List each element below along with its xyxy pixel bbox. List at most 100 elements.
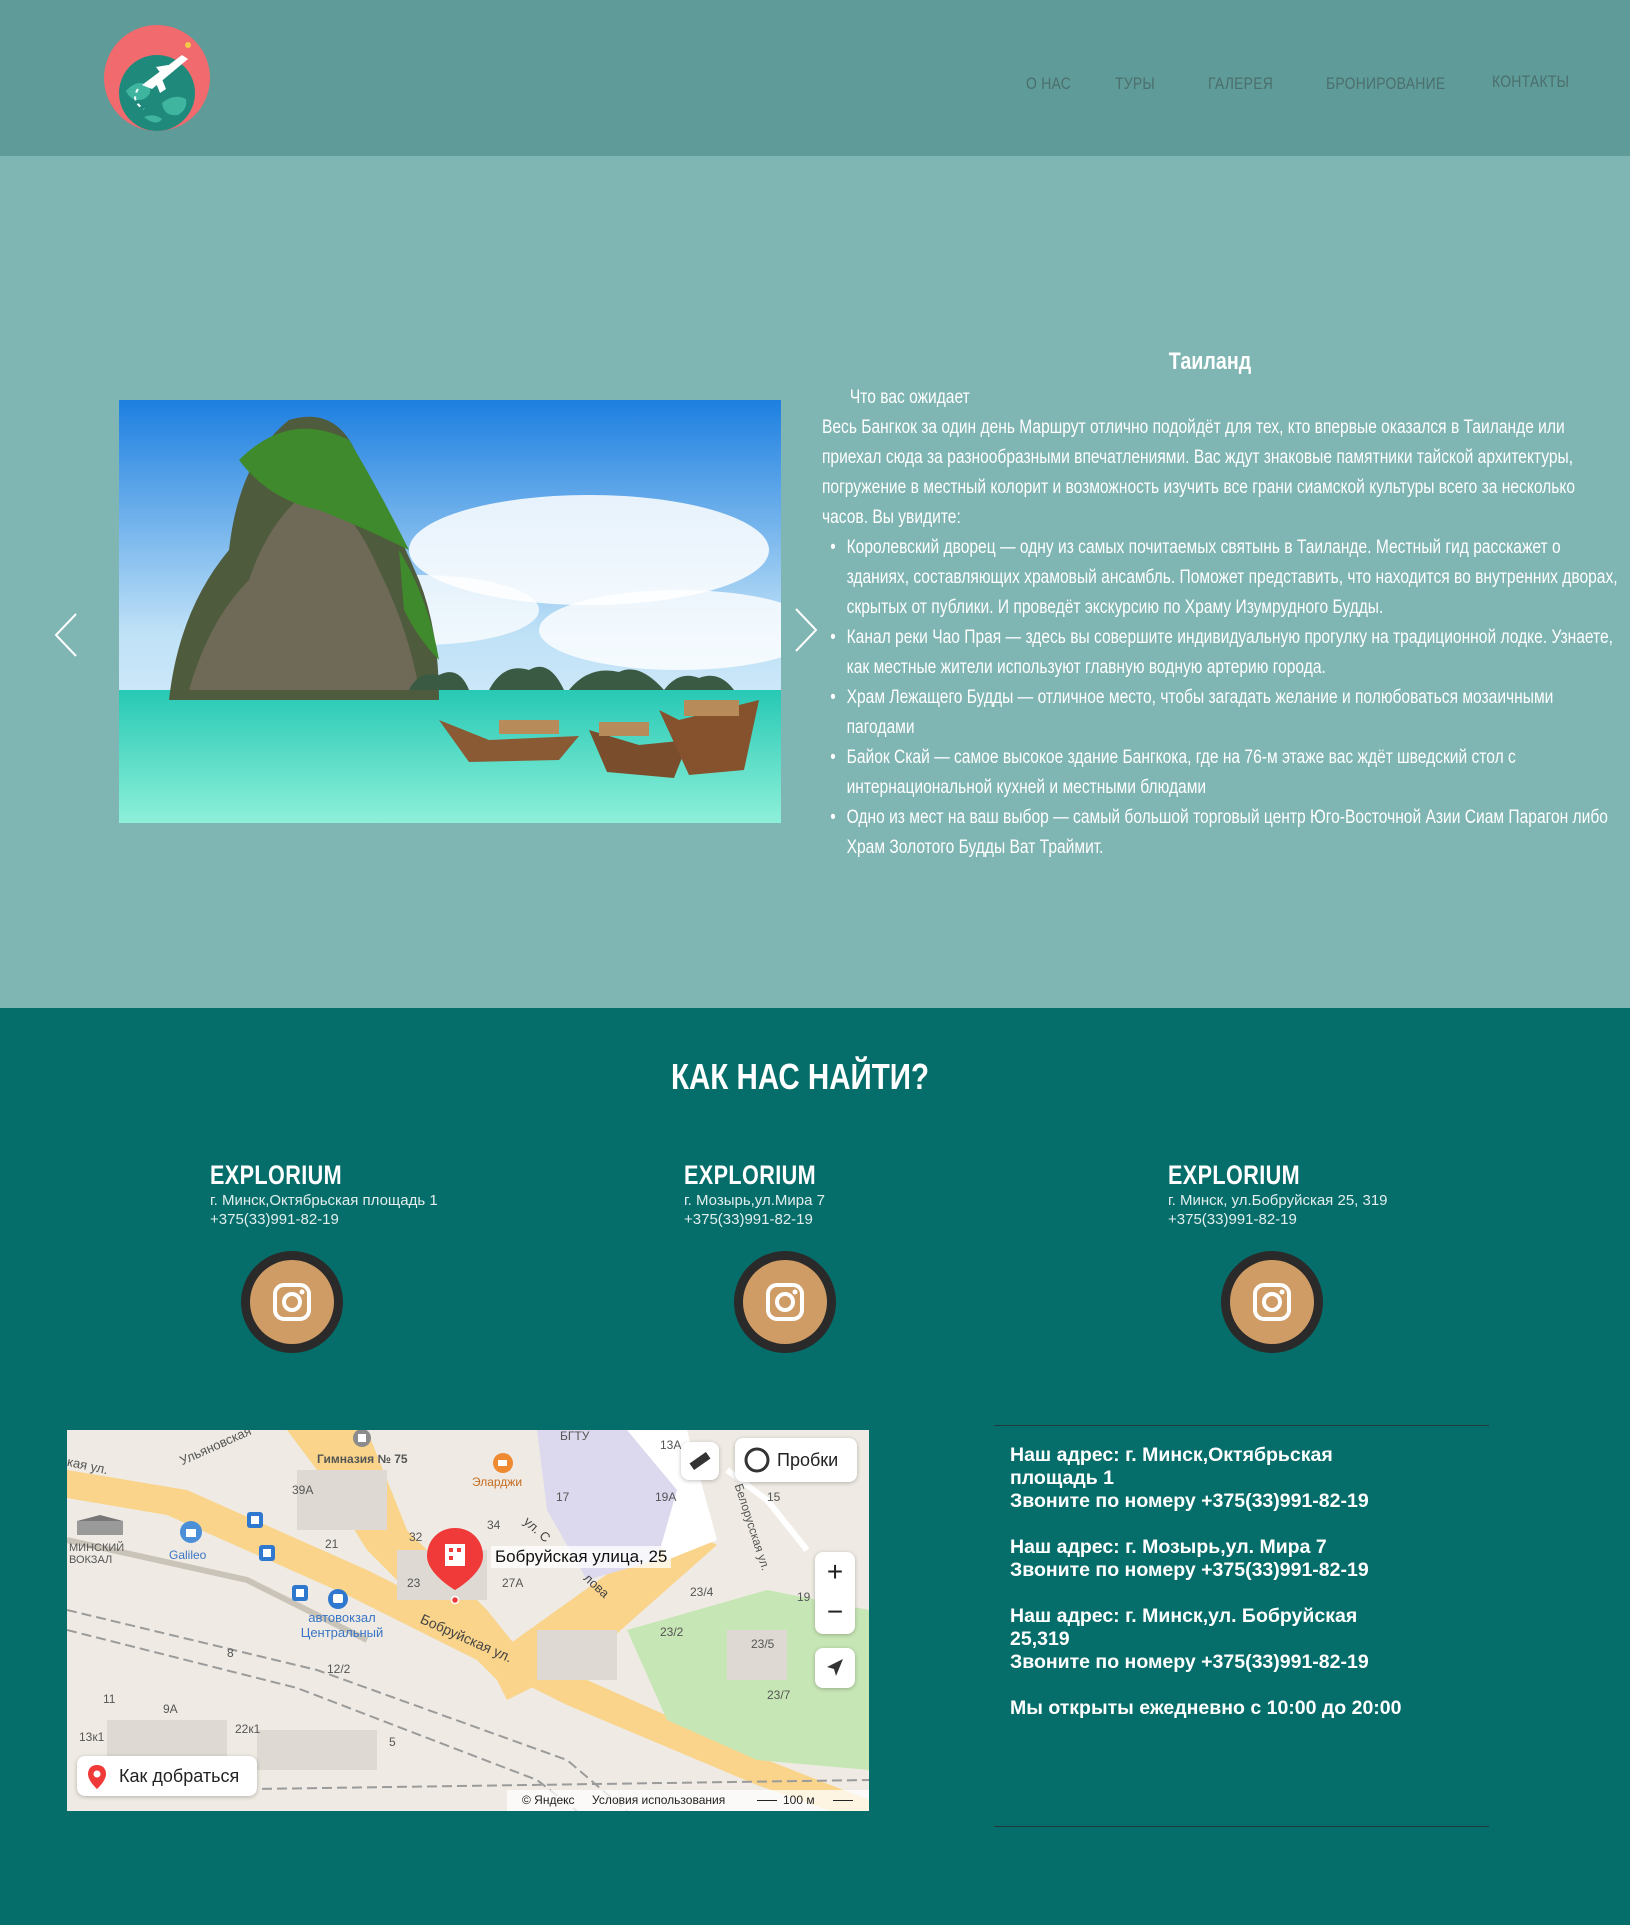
zoom-in-icon[interactable]: + [815,1552,855,1593]
office-address: г. Минск, ул.Бобруйская 25, 319 [1168,1192,1388,1209]
office-brand: EXPLORIUM [210,1160,343,1190]
house-number: 8 [227,1646,234,1660]
transit-icon [292,1585,308,1601]
map-label: автовокзал Центральный [300,1610,384,1640]
address-minsk-1: Наш адрес: г. Минск,Октябрьская площадь … [1010,1444,1333,1489]
house-number: 17 [556,1490,570,1504]
house-number: 9А [163,1702,178,1716]
nav-contacts[interactable]: КОНТАКТЫ [1492,72,1569,92]
railway-station-icon [77,1515,123,1535]
instagram-icon [273,1283,311,1321]
slider-next-arrow-icon[interactable] [790,605,820,655]
contact-info-box: Наш адрес: г. Минск,Октябрьская площадь … [994,1425,1489,1827]
traffic-label: Пробки [777,1450,839,1470]
location-pin-icon[interactable] [423,1526,487,1606]
address-minsk-2: Наш адрес: г. Минск,ул. Бобруйская 25,31… [1010,1605,1358,1650]
house-number: 5 [389,1735,396,1749]
pin-address-label: Бобруйская улица, 25 [491,1546,672,1568]
address-mozyr: Наш адрес: г. Мозырь,ул. Мира 7 [1010,1536,1327,1558]
house-number: 19А [655,1490,677,1504]
house-number: 23/5 [751,1637,775,1651]
house-number: 12/2 [327,1662,351,1676]
cafe-icon [493,1453,513,1473]
house-number: 11 [103,1692,116,1706]
tour-expect-heading: Что вас ожидает [849,387,970,408]
route-pin-icon [88,1765,106,1789]
office-brand: EXPLORIUM [1168,1160,1301,1190]
tour-photo [119,400,781,823]
instagram-button-1[interactable] [241,1251,343,1353]
yandex-map[interactable]: Гимназия № 75 БГТУ Эларджи Galileo МИНСК… [67,1430,869,1811]
house-number: 32 [409,1530,423,1544]
bus-icon [328,1589,348,1609]
route-label: Как добраться [119,1766,240,1786]
map-label: Гимназия № 75 [317,1452,408,1466]
instagram-icon [1253,1283,1291,1321]
house-number: 39А [292,1483,314,1497]
list-item: Байок Скай — самое высокое здание Бангко… [830,743,1622,803]
list-item: Канал реки Чао Прая — здесь вы совершите… [830,623,1622,683]
instagram-button-3[interactable] [1221,1251,1323,1353]
office-card-mozyr: EXPLORIUM г. Мозырь,ул.Мира 7 +375(33)99… [684,1160,849,1229]
house-number: 15 [767,1490,781,1504]
zoom-out-icon[interactable]: − [815,1593,855,1634]
traffic-button[interactable]: Пробки [735,1438,857,1482]
instagram-button-2[interactable] [734,1251,836,1353]
ruler-icon [689,1451,711,1471]
office-card-minsk-1: EXPLORIUM г. Минск,Октябрьская площадь 1… [210,1160,438,1229]
geolocation-button[interactable] [815,1648,855,1688]
list-item: Храм Лежащего Будды — отличное место, чт… [830,683,1622,743]
list-item: Одно из мест на ваш выбор — самый большо… [830,803,1622,863]
site-header: О НАС ТУРЫ ГАЛЕРЕЯ БРОНИРОВАНИЕ КОНТАКТЫ [0,0,1630,156]
map-label: Galileo [169,1548,207,1562]
nav-gallery[interactable]: ГАЛЕРЕЯ [1208,74,1273,94]
nav-tours[interactable]: ТУРЫ [1115,74,1155,94]
phone-minsk-1: Звоните по номеру +375(33)991-82-19 [1010,1490,1369,1512]
house-number: 23/2 [660,1625,684,1639]
find-us-heading: КАК НАС НАЙТИ? [670,1056,930,1097]
tour-highlights-list: Королевский дворец — одну из самых почит… [822,533,1622,863]
office-address: г. Мозырь,ул.Мира 7 [684,1192,825,1209]
house-number: 23/7 [767,1688,791,1702]
transit-icon [247,1512,263,1528]
school-icon [353,1430,371,1447]
transit-icon [259,1545,275,1561]
nav-booking[interactable]: БРОНИРОВАНИЕ [1326,74,1445,94]
office-phone: +375(33)991-82-19 [210,1211,339,1228]
traffic-icon [744,1447,770,1473]
office-brand: EXPLORIUM [684,1160,817,1190]
house-number: 34 [487,1518,501,1532]
map-terms-link[interactable]: Условия использования [592,1793,725,1807]
office-address: г. Минск,Октябрьская площадь 1 [210,1192,438,1209]
office-card-minsk-2: EXPLORIUM г. Минск, ул.Бобруйская 25, 31… [1168,1160,1388,1229]
route-button[interactable]: Как добраться [77,1756,257,1796]
list-item: Королевский дворец — одну из самых почит… [830,533,1622,623]
map-label: МИНСКИЙ ВОКЗАЛ [69,1542,125,1566]
instagram-icon [766,1283,804,1321]
office-phone: +375(33)991-82-19 [1168,1211,1297,1228]
map-background [67,1430,869,1811]
house-number: 19 [797,1590,811,1604]
ruler-button[interactable] [681,1442,719,1480]
house-number: 22к1 [235,1722,261,1736]
slider-prev-arrow-icon[interactable] [52,610,82,660]
phone-minsk-2: Звоните по номеру +375(33)991-82-19 [1010,1651,1369,1673]
map-copyright[interactable]: © Яндекс [522,1793,575,1807]
map-footer: © Яндекс Условия использования 100 м [507,1790,869,1811]
house-number: 13к1 [79,1730,105,1744]
opening-hours: Мы открыты ежедневно с 10:00 до 20:00 [1010,1697,1402,1719]
office-phone: +375(33)991-82-19 [684,1211,813,1228]
travel-logo-icon[interactable] [104,25,210,131]
house-number: 27А [502,1576,524,1590]
zoom-control: + − [815,1552,855,1634]
tour-description: Что вас ожидает Весь Бангкок за один ден… [822,383,1622,863]
house-number: 23 [407,1576,421,1590]
map-label: Эларджи [472,1475,523,1489]
map-scale: 100 м [783,1793,815,1807]
shopping-icon [180,1521,202,1543]
nav-about[interactable]: О НАС [1026,74,1071,94]
house-number: 23/4 [690,1585,714,1599]
navigation-arrow-icon [827,1659,843,1676]
tour-title: Таиланд [1168,348,1252,375]
map-label: БГТУ [560,1430,590,1443]
